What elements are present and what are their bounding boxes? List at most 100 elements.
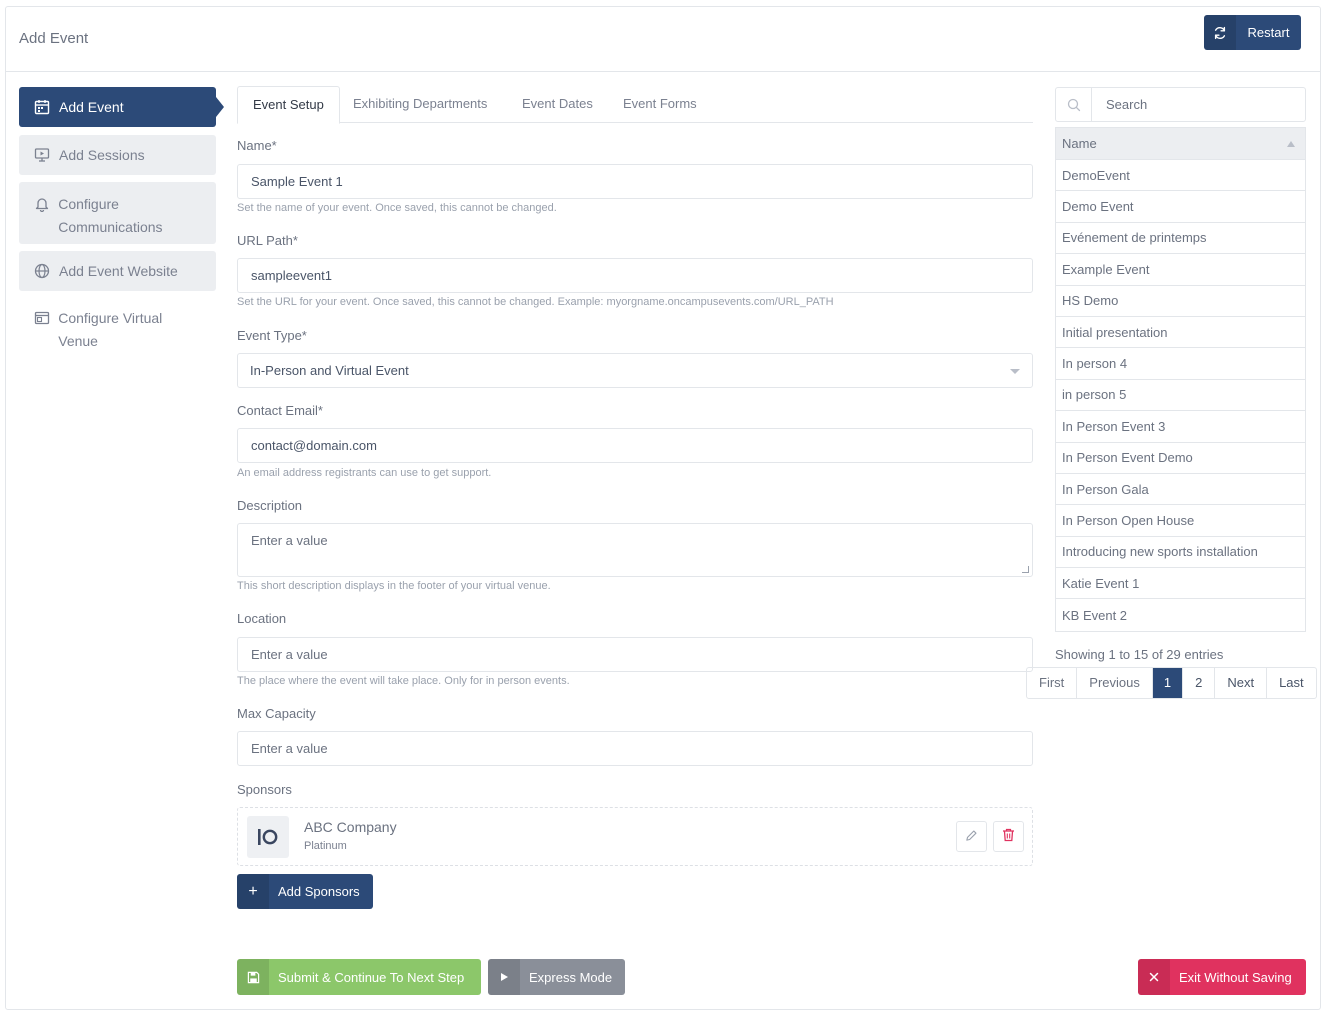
url-path-label: URL Path* <box>237 233 298 248</box>
submit-continue-label: Submit & Continue To Next Step <box>278 969 465 985</box>
name-field[interactable]: Sample Event 1 <box>237 164 1033 199</box>
search-icon <box>1056 88 1092 121</box>
edit-sponsor-button[interactable] <box>956 821 987 852</box>
presentation-icon <box>33 147 51 163</box>
add-sponsors-button[interactable]: + Add Sponsors <box>237 874 373 909</box>
save-icon <box>237 959 269 995</box>
pagination-next[interactable]: Next <box>1215 668 1268 698</box>
max-capacity-label: Max Capacity <box>237 706 316 721</box>
table-row[interactable]: In person 4 <box>1056 348 1305 380</box>
sidebar-item-configure-virtual-venue[interactable]: Configure Virtual Venue <box>19 298 216 360</box>
contact-email-label: Contact Email* <box>237 403 323 418</box>
tab-exhibiting-departments[interactable]: Exhibiting Departments <box>338 86 502 123</box>
window-icon <box>33 310 50 326</box>
description-label: Description <box>237 498 303 513</box>
delete-sponsor-button[interactable] <box>993 821 1024 852</box>
pagination-previous[interactable]: Previous <box>1077 668 1153 698</box>
exit-without-saving-button[interactable]: Exit Without Saving <box>1138 959 1306 995</box>
express-mode-label: Express Mode <box>529 969 613 985</box>
pagination-first[interactable]: First <box>1027 668 1078 698</box>
sidebar-item-label: Configure Virtual Venue <box>58 310 163 349</box>
sidebar-item-label: Configure Communications <box>58 196 163 235</box>
description-field[interactable]: Enter a value <box>237 523 1033 577</box>
table-row[interactable]: In Person Event 3 <box>1056 411 1305 443</box>
sponsor-item: ABC Company Platinum <box>237 807 1033 866</box>
table-row[interactable]: Katie Event 1 <box>1056 568 1305 600</box>
sidebar-item-configure-communications[interactable]: Configure Communications <box>19 182 216 244</box>
restart-label: Restart <box>1247 25 1290 40</box>
sponsor-tier: Platinum <box>304 840 347 852</box>
sidebar-item-add-event[interactable]: Add Event <box>19 87 224 127</box>
sidebar-item-add-event-website[interactable]: Add Event Website <box>19 251 216 291</box>
tab-event-setup[interactable]: Event Setup <box>237 86 340 124</box>
exit-without-saving-label: Exit Without Saving <box>1179 969 1292 985</box>
event-type-label: Event Type* <box>237 328 307 343</box>
sidebar-item-label: Add Sessions <box>59 147 145 163</box>
description-help: This short description displays in the f… <box>237 580 551 592</box>
table-header-name[interactable]: Name <box>1056 128 1305 160</box>
pagination-last[interactable]: Last <box>1267 668 1316 698</box>
refresh-icon <box>1204 15 1236 50</box>
sidebar-item-label: Add Event <box>59 99 124 115</box>
table-row[interactable]: KB Event 2 <box>1056 599 1305 630</box>
events-search <box>1055 87 1306 122</box>
submit-continue-button[interactable]: Submit & Continue To Next Step <box>237 959 481 995</box>
event-type-value: In-Person and Virtual Event <box>250 363 409 378</box>
location-help: The place where the event will take plac… <box>237 675 570 687</box>
pagination-page-2[interactable]: 2 <box>1183 668 1216 698</box>
table-row[interactable]: Example Event <box>1056 254 1305 286</box>
table-row[interactable]: In Person Event Demo <box>1056 443 1305 474</box>
top-bar: Add Event <box>5 6 1321 72</box>
play-icon <box>488 959 520 995</box>
sidebar-item-label: Add Event Website <box>59 263 178 279</box>
table-row[interactable]: Initial presentation <box>1056 317 1305 349</box>
event-type-select[interactable]: In-Person and Virtual Event <box>237 353 1033 388</box>
events-table: Name DemoEvent Demo Event Evénement de pri… <box>1055 127 1306 632</box>
table-row[interactable]: In Person Open House <box>1056 505 1305 537</box>
express-mode-button[interactable]: Express Mode <box>488 959 625 995</box>
restart-button[interactable]: Restart <box>1204 15 1301 50</box>
resize-handle-icon[interactable] <box>1022 566 1029 573</box>
pencil-icon <box>965 829 978 845</box>
page-title: Add Event <box>19 30 89 47</box>
name-help: Set the name of your event. Once saved, … <box>237 202 557 214</box>
table-info: Showing 1 to 15 of 29 entries <box>1055 647 1224 662</box>
location-field[interactable]: Enter a value <box>237 637 1033 672</box>
max-capacity-field[interactable]: Enter a value <box>237 731 1033 766</box>
table-body: DemoEvent Demo Event Evénement de printemp… <box>1056 160 1305 631</box>
tab-event-dates[interactable]: Event Dates <box>507 86 608 123</box>
name-label: Name* <box>237 138 277 153</box>
url-path-help: Set the URL for your event. Once saved, … <box>237 296 834 308</box>
pagination: First Previous 1 2 Next Last <box>1026 667 1317 699</box>
globe-icon <box>33 263 51 279</box>
sponsor-name: ABC Company <box>304 819 397 835</box>
tab-event-forms[interactable]: Event Forms <box>608 86 712 123</box>
close-icon <box>1138 959 1170 995</box>
description-placeholder: Enter a value <box>251 533 328 548</box>
table-row[interactable]: Demo Event <box>1056 191 1305 223</box>
calendar-icon <box>33 99 51 115</box>
chevron-down-icon <box>1010 369 1020 374</box>
add-sponsors-label: Add Sponsors <box>278 884 360 899</box>
trash-icon <box>1002 828 1015 845</box>
search-input[interactable] <box>1093 88 1303 121</box>
sort-asc-icon <box>1287 140 1295 147</box>
table-row[interactable]: in person 5 <box>1056 380 1305 412</box>
bell-icon <box>33 196 50 212</box>
table-row[interactable]: HS Demo <box>1056 286 1305 317</box>
pagination-page-1[interactable]: 1 <box>1152 668 1184 698</box>
location-label: Location <box>237 611 287 626</box>
sponsors-label: Sponsors <box>237 782 292 797</box>
sponsor-logo-icon <box>247 816 289 858</box>
tab-bar: Event Setup Exhibiting Departments Event… <box>237 86 1033 124</box>
sidebar-item-add-sessions[interactable]: Add Sessions <box>19 135 216 175</box>
contact-email-field[interactable]: contact@domain.com <box>237 428 1033 463</box>
table-row[interactable]: DemoEvent <box>1056 160 1305 192</box>
table-row[interactable]: In Person Gala <box>1056 474 1305 506</box>
column-header: Name <box>1062 136 1097 151</box>
table-row[interactable]: Introducing new sports installation <box>1056 537 1305 569</box>
contact-email-help: An email address registrants can use to … <box>237 467 492 479</box>
table-row[interactable]: Evénement de printemps <box>1056 223 1305 255</box>
plus-icon: + <box>237 874 269 909</box>
url-path-field[interactable]: sampleevent1 <box>237 258 1033 293</box>
